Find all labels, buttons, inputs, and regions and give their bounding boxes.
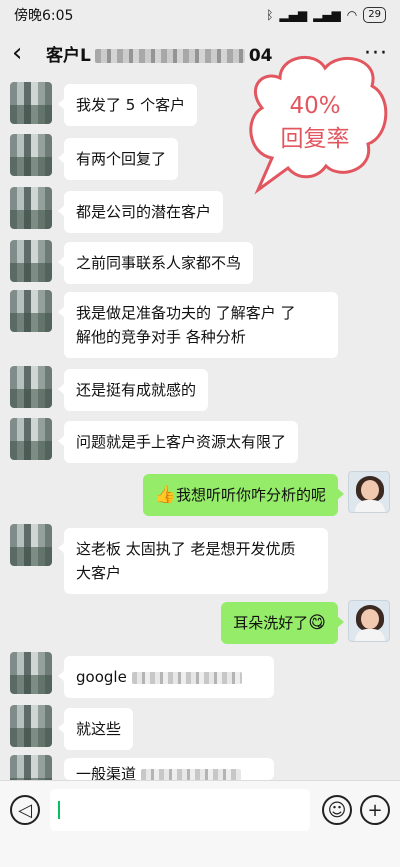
contact-avatar[interactable] bbox=[10, 240, 52, 282]
yum-face-icon: 😋 bbox=[308, 613, 326, 633]
message-text-line: 解他的竞争对手 各种分析 bbox=[76, 328, 246, 346]
thumbs-up-icon: 👍 bbox=[154, 485, 176, 505]
contact-avatar[interactable] bbox=[10, 187, 52, 229]
message-bubble[interactable]: 都是公司的潜在客户 bbox=[57, 191, 224, 233]
my-message-bubble[interactable]: 👍我想听听你咋分析的呢 bbox=[142, 474, 345, 516]
chat-input-bar: ◁ ☺ + bbox=[0, 780, 400, 867]
avatar-face bbox=[361, 480, 379, 500]
bluetooth-icon: ᛒ bbox=[266, 8, 274, 22]
message-bubble[interactable]: 我发了 5 个客户 bbox=[57, 84, 198, 126]
message-bubble[interactable]: 有两个回复了 bbox=[57, 138, 179, 180]
message-text: 一般渠道 bbox=[76, 765, 137, 780]
reply-rate-callout: 40% 回复率 bbox=[240, 48, 390, 198]
avatar-body bbox=[355, 500, 385, 512]
message-bubble[interactable]: 这老板 太固执了 老是想开发优质 大客户 bbox=[58, 528, 328, 594]
voice-icon[interactable]: ◁ bbox=[10, 795, 40, 825]
message-text: 之前同事联系人家都不鸟 bbox=[76, 254, 242, 272]
contact-avatar[interactable] bbox=[10, 134, 52, 176]
signal-icon: ▂▄▆ bbox=[279, 8, 308, 22]
message-text: 就这些 bbox=[76, 720, 122, 738]
reply-rate-label: 回复率 bbox=[280, 126, 350, 152]
status-icons: ᛒ ▂▄▆ ▂▄▆ ◠ 29 bbox=[266, 7, 386, 23]
reply-rate-value: 40% bbox=[289, 93, 341, 119]
message-text: 都是公司的潜在客户 bbox=[76, 203, 212, 221]
message-input[interactable] bbox=[50, 789, 310, 831]
message-text: 还是挺有成就感的 bbox=[76, 381, 197, 399]
message-text-line: 大客户 bbox=[76, 564, 122, 582]
contact-avatar[interactable] bbox=[10, 705, 52, 747]
message-text-line: 这老板 太固执了 老是想开发优质 bbox=[76, 540, 296, 558]
message-bubble[interactable]: 我是做足准备功夫的 了解客户 了 解他的竞争对手 各种分析 bbox=[58, 292, 338, 358]
message-text: 我想听听你咋分析的呢 bbox=[175, 486, 326, 504]
signal-icon-2: ▂▄▆ bbox=[313, 8, 341, 22]
contact-avatar[interactable] bbox=[10, 290, 52, 332]
contact-avatar[interactable] bbox=[10, 652, 52, 694]
emoji-icon[interactable]: ☺ bbox=[322, 795, 352, 825]
avatar-body bbox=[355, 629, 385, 641]
contact-avatar[interactable] bbox=[10, 82, 52, 124]
message-text: 问题就是手上客户资源太有限了 bbox=[76, 433, 287, 451]
status-time: 傍晚6:05 bbox=[14, 8, 74, 24]
status-bar: 傍晚6:05 ᛒ ▂▄▆ ▂▄▆ ◠ 29 bbox=[0, 0, 400, 30]
redacted-title bbox=[94, 48, 245, 63]
message-text: 耳朵洗好了 bbox=[233, 614, 309, 632]
back-arrow-icon[interactable]: ‹ bbox=[12, 40, 40, 66]
avatar-face bbox=[361, 609, 379, 629]
message-bubble[interactable]: 问题就是手上客户资源太有限了 bbox=[57, 421, 299, 463]
contact-avatar[interactable] bbox=[10, 524, 52, 566]
redacted-text bbox=[140, 768, 241, 780]
my-avatar[interactable] bbox=[348, 600, 390, 642]
callout-text: 40% 回复率 bbox=[240, 90, 390, 156]
my-message-bubble[interactable]: 耳朵洗好了😋 bbox=[221, 602, 344, 644]
message-text: 有两个回复了 bbox=[76, 150, 167, 168]
my-avatar[interactable] bbox=[348, 471, 390, 513]
wifi-icon: ◠ bbox=[346, 8, 358, 22]
contact-avatar[interactable] bbox=[10, 418, 52, 460]
redacted-text bbox=[131, 671, 242, 684]
battery-indicator: 29 bbox=[363, 7, 386, 23]
chat-title-prefix: 客户L bbox=[46, 45, 91, 66]
message-bubble[interactable]: 一般渠道 bbox=[64, 758, 274, 780]
plus-icon[interactable]: + bbox=[360, 795, 390, 825]
message-bubble[interactable]: google bbox=[58, 656, 274, 698]
message-bubble[interactable]: 之前同事联系人家都不鸟 bbox=[57, 242, 254, 284]
message-text-line: 我是做足准备功夫的 了解客户 了 bbox=[76, 304, 296, 322]
message-bubble[interactable]: 还是挺有成就感的 bbox=[57, 369, 209, 411]
contact-avatar[interactable] bbox=[10, 366, 52, 408]
message-text: 我发了 5 个客户 bbox=[76, 96, 186, 114]
message-bubble[interactable]: 就这些 bbox=[57, 708, 134, 750]
message-text: google bbox=[76, 668, 127, 686]
input-caret bbox=[58, 801, 60, 819]
